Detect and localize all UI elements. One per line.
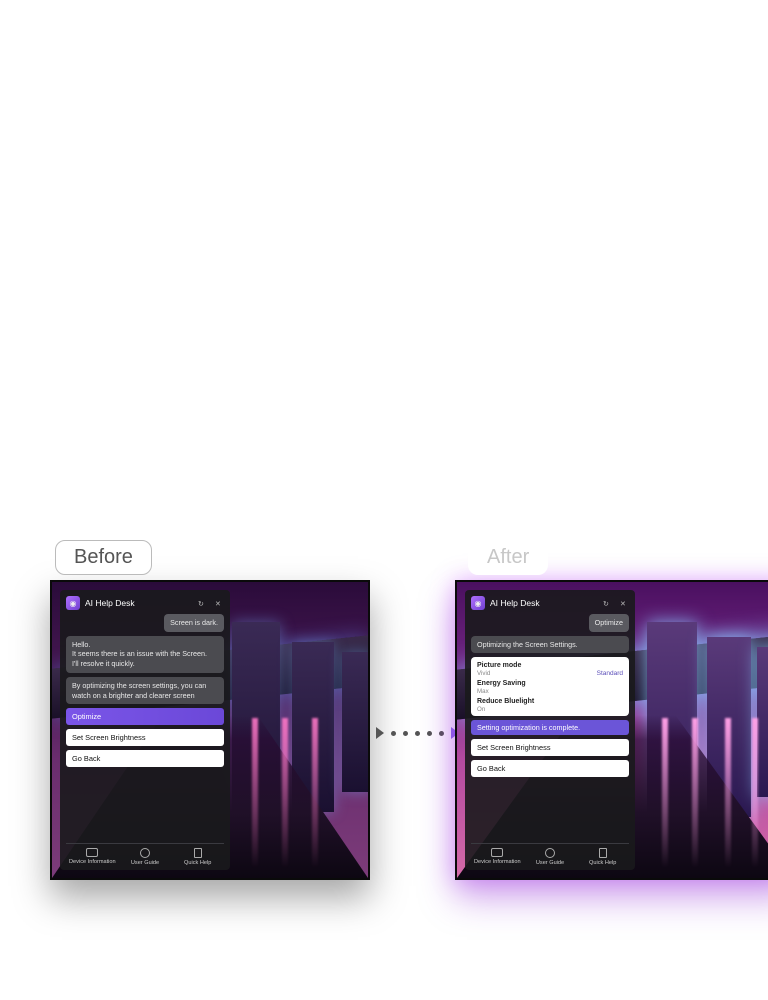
device-info-icon [491,848,503,857]
comparison-stage: Before After ◉ AI Help Desk ↻ ✕ Screen i… [0,0,768,1000]
user-guide-button[interactable]: User Guide [524,848,577,866]
tv-stand [286,878,346,880]
user-tag: Optimize [589,614,629,632]
refresh-icon[interactable]: ↻ [600,597,612,609]
panel-bottom-bar: Device Information User Guide Quick Help [66,843,224,866]
transition-arrow [376,727,459,739]
optimization-card: Picture mode Vivid Standard Energy Savin… [471,657,629,716]
question-icon [140,848,150,858]
quick-help-button[interactable]: Quick Help [171,848,224,866]
device-info-icon [86,848,98,857]
question-icon [545,848,555,858]
chat-area: Screen is dark. Hello. It seems there is… [66,614,224,839]
ai-app-icon: ◉ [471,596,485,610]
panel-header: ◉ AI Help Desk ↻ ✕ [66,596,224,610]
panel-title: AI Help Desk [85,598,190,608]
chat-area: Optimize Optimizing the Screen Settings.… [471,614,629,839]
close-icon[interactable]: ✕ [212,597,224,609]
status-optimizing: Optimizing the Screen Settings. [471,636,629,654]
optimize-button[interactable]: Optimize [66,708,224,725]
status-complete: Setting optimization is complete. [471,720,629,735]
bot-message-1: Hello. It seems there is an issue with t… [66,636,224,673]
setting-row-reduce-bluelight: Reduce Bluelight On [477,698,623,713]
device-information-button[interactable]: Device Information [66,848,119,866]
set-brightness-button[interactable]: Set Screen Brightness [66,729,224,746]
user-message: Screen is dark. [164,614,224,632]
refresh-icon[interactable]: ↻ [195,597,207,609]
setting-row-energy-saving: Energy Saving Max [477,680,623,695]
page-icon [599,848,607,858]
after-label: After [468,540,548,575]
before-label: Before [55,540,152,575]
setting-row-picture-mode: Picture mode Vivid Standard [477,662,623,677]
go-back-button[interactable]: Go Back [66,750,224,767]
ai-help-desk-panel: ◉ AI Help Desk ↻ ✕ Optimize Optimizing t… [465,590,635,870]
bot-message-2: By optimizing the screen settings, you c… [66,677,224,704]
set-brightness-button[interactable]: Set Screen Brightness [471,739,629,756]
panel-title: AI Help Desk [490,598,595,608]
tv-before: ◉ AI Help Desk ↻ ✕ Screen is dark. Hello… [50,580,370,880]
page-icon [194,848,202,858]
close-icon[interactable]: ✕ [617,597,629,609]
panel-bottom-bar: Device Information User Guide Quick Help [471,843,629,866]
quick-help-button[interactable]: Quick Help [576,848,629,866]
ai-help-desk-panel: ◉ AI Help Desk ↻ ✕ Screen is dark. Hello… [60,590,230,870]
ai-app-icon: ◉ [66,596,80,610]
go-back-button[interactable]: Go Back [471,760,629,777]
panel-header: ◉ AI Help Desk ↻ ✕ [471,596,629,610]
user-guide-button[interactable]: User Guide [119,848,172,866]
device-information-button[interactable]: Device Information [471,848,524,866]
triangle-left-icon [376,727,384,739]
tv-after: ◉ AI Help Desk ↻ ✕ Optimize Optimizing t… [455,580,768,880]
